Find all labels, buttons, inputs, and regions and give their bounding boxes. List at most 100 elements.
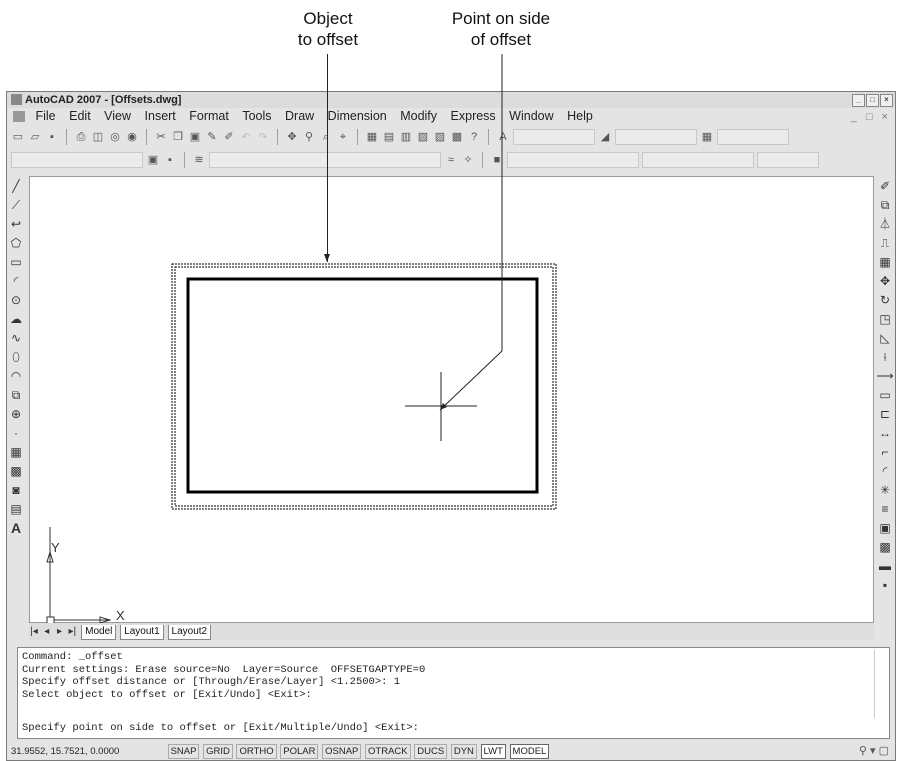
table-style-icon[interactable]: ▦ <box>700 131 714 144</box>
markup-icon[interactable]: ▨ <box>433 131 447 144</box>
polar-toggle[interactable]: POLAR <box>280 744 319 759</box>
minimize-icon[interactable]: _ <box>852 94 865 107</box>
design-center-icon[interactable]: ▤ <box>382 131 396 144</box>
dyn-toggle[interactable]: DYN <box>450 744 477 759</box>
pan-icon[interactable]: ✥ <box>285 131 299 144</box>
gradient-icon[interactable]: ▩ <box>10 463 21 480</box>
block-editor-icon[interactable]: ✐ <box>222 131 236 144</box>
menu-express[interactable]: Express <box>446 108 501 125</box>
circle-icon[interactable]: ⊙ <box>11 292 21 309</box>
quickcalc-icon[interactable]: ▩ <box>450 131 464 144</box>
plot-icon[interactable]: ⎙ <box>74 131 88 144</box>
tray-icons[interactable]: ⚲ ▾ ▢ <box>859 743 889 760</box>
send-under-icon[interactable]: ▪ <box>883 577 887 594</box>
spline-icon[interactable]: ∿ <box>11 330 21 347</box>
help-icon[interactable]: ? <box>467 131 481 144</box>
arc-icon[interactable]: ◜ <box>14 273 19 290</box>
open-icon[interactable]: ▱ <box>28 131 42 144</box>
menu-modify[interactable]: Modify <box>395 108 442 125</box>
sheet-set-icon[interactable]: ▧ <box>416 131 430 144</box>
bring-above-icon[interactable]: ▬ <box>879 558 891 575</box>
paste-icon[interactable]: ▣ <box>188 131 202 144</box>
bring-to-front-icon[interactable]: ▣ <box>879 520 890 537</box>
menu-view[interactable]: View <box>99 108 136 125</box>
ellipse-icon[interactable]: ⬯ <box>12 349 20 366</box>
grid-toggle[interactable]: GRID <box>203 744 233 759</box>
rotate-icon[interactable]: ↻ <box>880 292 890 309</box>
join-icon[interactable]: ↔ <box>879 425 891 442</box>
menu-draw[interactable]: Draw <box>280 108 319 125</box>
lineweight-dropdown[interactable] <box>757 152 819 168</box>
menu-edit[interactable]: Edit <box>64 108 96 125</box>
maximize-icon[interactable]: □ <box>866 94 879 107</box>
stretch-icon[interactable]: ◺ <box>880 330 889 347</box>
menu-dimension[interactable]: Dimension <box>323 108 392 125</box>
linetype-dropdown[interactable] <box>642 152 754 168</box>
ortho-toggle[interactable]: ORTHO <box>236 744 277 759</box>
dim-style-dropdown[interactable] <box>615 129 697 145</box>
text-style-icon[interactable]: A <box>496 131 510 144</box>
insert-block-icon[interactable]: ⧉ <box>12 387 21 404</box>
zoom-previous-icon[interactable]: ⌖ <box>336 131 350 144</box>
command-scrollbar[interactable] <box>874 650 887 718</box>
array-icon[interactable]: ▦ <box>879 254 890 271</box>
coordinate-readout[interactable]: 31.9552, 15.7521, 0.0000 <box>7 743 123 760</box>
send-to-back-icon[interactable]: ▩ <box>879 539 890 556</box>
lwt-toggle[interactable]: LWT <box>480 744 506 759</box>
close-icon[interactable]: × <box>880 94 893 107</box>
ducs-toggle[interactable]: DUCS <box>414 744 448 759</box>
copy-icon[interactable]: ⧉ <box>881 197 890 214</box>
scale-icon[interactable]: ◳ <box>879 311 890 328</box>
ellipse-arc-icon[interactable]: ◠ <box>11 368 21 385</box>
match-properties-icon[interactable]: ✎ <box>205 131 219 144</box>
polygon-icon[interactable]: ⬠ <box>11 235 21 252</box>
menu-tools[interactable]: Tools <box>237 108 276 125</box>
last-tab-icon[interactable]: ▸| <box>67 623 77 640</box>
document-window-controls[interactable]: _ □ × <box>851 109 891 126</box>
menu-file[interactable]: File <box>30 108 60 125</box>
trim-icon[interactable]: ⟊ <box>883 349 886 366</box>
color-swatch-icon[interactable]: ■ <box>490 154 504 167</box>
offset-icon[interactable]: ⎍ <box>881 235 889 252</box>
otrack-toggle[interactable]: OTRACK <box>365 744 411 759</box>
break-icon[interactable]: ⊏ <box>880 406 890 423</box>
break-at-point-icon[interactable]: ▭ <box>879 387 890 404</box>
save-icon[interactable]: ▪ <box>45 131 59 144</box>
undo-icon[interactable]: ↶ <box>239 131 253 144</box>
model-toggle[interactable]: MODEL <box>509 744 550 759</box>
chamfer-icon[interactable]: ⌐ <box>881 444 888 461</box>
color-dropdown[interactable] <box>507 152 639 168</box>
plot-preview-icon[interactable]: ◫ <box>91 131 105 144</box>
3d-dwf-icon[interactable]: ◉ <box>125 131 139 144</box>
make-current-layer-icon[interactable]: ≈ <box>444 154 458 167</box>
new-icon[interactable]: ▭ <box>11 131 25 144</box>
multiline-text-icon[interactable]: A <box>11 520 21 537</box>
make-block-icon[interactable]: ⊕ <box>11 406 21 423</box>
properties-icon[interactable]: ▦ <box>365 131 379 144</box>
next-tab-icon[interactable]: ▸ <box>55 623 65 640</box>
line-icon[interactable]: ╱ <box>12 178 19 195</box>
command-window[interactable]: Command: _offset Current settings: Erase… <box>17 647 890 739</box>
point-icon[interactable]: · <box>14 425 18 442</box>
revision-cloud-icon[interactable]: ☁ <box>10 311 22 328</box>
command-prompt[interactable]: Specify point on side to offset or [Exit… <box>22 722 419 735</box>
zoom-window-icon[interactable]: ⌕ <box>319 131 333 144</box>
mirror-icon[interactable]: ⏃ <box>879 216 891 233</box>
tab-model[interactable]: Model <box>81 625 117 640</box>
polyline-icon[interactable]: ↩ <box>11 216 21 233</box>
layer-dropdown[interactable] <box>209 152 441 168</box>
menu-help[interactable]: Help <box>562 108 598 125</box>
drawing-area[interactable]: Y X <box>29 176 874 624</box>
move-icon[interactable]: ✥ <box>880 273 890 290</box>
extend-icon[interactable]: ⟶ <box>876 368 893 385</box>
layer-manager-icon[interactable]: ≋ <box>192 154 206 167</box>
fillet-icon[interactable]: ◜ <box>883 463 888 480</box>
rectangle-icon[interactable]: ▭ <box>10 254 21 271</box>
construction-line-icon[interactable]: ⟋ <box>12 197 20 214</box>
publish-icon[interactable]: ◎ <box>108 131 122 144</box>
table-style-dropdown[interactable] <box>717 129 789 145</box>
snap-toggle[interactable]: SNAP <box>167 744 200 759</box>
my-workspace-icon[interactable]: ▪ <box>163 154 177 167</box>
layer-previous-icon[interactable]: ✧ <box>461 154 475 167</box>
workspace-dropdown[interactable] <box>11 152 143 168</box>
